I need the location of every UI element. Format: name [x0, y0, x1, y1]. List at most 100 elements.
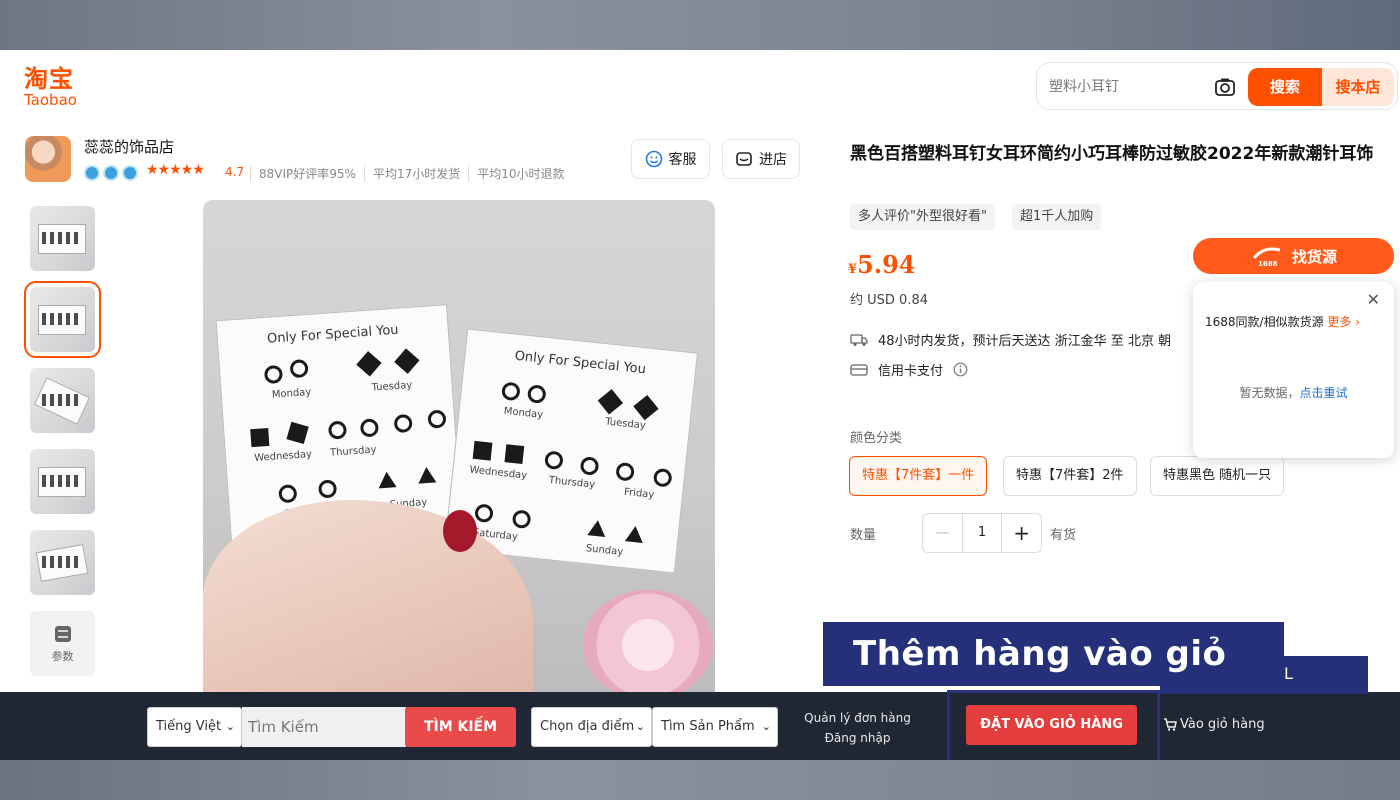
- nail-illustration: [443, 510, 477, 552]
- search-store-button[interactable]: 搜本店: [1322, 68, 1394, 106]
- store-name[interactable]: 蕊蕊的饰品店: [84, 136, 174, 157]
- enter-store-label: 进店: [759, 152, 787, 168]
- tutorial-banner: Thêm hàng vào giỏ: [823, 622, 1284, 686]
- day-label: Thursday: [329, 444, 377, 459]
- chevron-right-icon: ›: [1355, 315, 1361, 329]
- camera-icon[interactable]: [1213, 75, 1237, 99]
- product-select[interactable]: Tìm Sản Phẩm ⌄: [652, 707, 778, 747]
- banner-back-letter: L: [1284, 664, 1293, 683]
- search-bar: 搜索 搜本店: [1036, 62, 1398, 110]
- customer-service-button[interactable]: 客服: [631, 139, 710, 179]
- product-price: ¥5.94: [848, 250, 916, 279]
- chevron-down-icon: ⌄: [635, 720, 645, 733]
- credit-card-icon: [850, 363, 868, 376]
- chevron-down-icon: ⌄: [761, 720, 771, 733]
- account-links: Quản lý đơn hàng Đăng nhập: [800, 708, 915, 748]
- store-rating: 4.7: [225, 165, 245, 179]
- price-value: 5.94: [857, 250, 916, 279]
- language-value: Tiếng Việt: [156, 719, 222, 734]
- go-to-cart-link[interactable]: Vào giỏ hàng: [1163, 717, 1265, 732]
- option-7pc-one[interactable]: 特惠【7件套】一件: [849, 456, 988, 496]
- extension-search-input[interactable]: [242, 707, 406, 747]
- popup-line: 1688同款/相似款货源 更多 ›: [1205, 313, 1360, 330]
- shipping-info: 48小时内发货，预计后天送达 浙江金华 至 北京 朝: [850, 330, 1171, 349]
- retry-link[interactable]: 点击重试: [1300, 386, 1348, 400]
- taobao-logo[interactable]: 淘宝 Taobao: [24, 66, 77, 108]
- day-label: Thursday: [548, 474, 596, 491]
- params-label: 参数: [51, 649, 74, 663]
- location-select[interactable]: Chọn địa điểm ⌄: [531, 707, 652, 747]
- background-bottom-strip: [0, 760, 1400, 800]
- quantity-value[interactable]: 1: [961, 514, 1003, 552]
- cart-icon: [1164, 718, 1177, 731]
- stat-shipping: 平均17小时发货: [363, 165, 460, 182]
- rating-stars-icon: ★★★★★: [146, 162, 205, 178]
- order-management-link[interactable]: Quản lý đơn hàng: [800, 708, 915, 728]
- store-avatar[interactable]: [25, 136, 71, 182]
- product-select-value: Tìm Sản Phẩm: [661, 719, 755, 734]
- option-black-random[interactable]: 特惠黑色 随机一只: [1150, 456, 1285, 496]
- stock-status: 有货: [1050, 528, 1077, 543]
- product-title: 黑色百搭塑料耳钉女耳环简约小巧耳棒防过敏胶2022年新款潮针耳饰: [850, 144, 1374, 164]
- day-label: Sunday: [585, 543, 624, 558]
- flower-illustration: [583, 590, 713, 700]
- day-label: Monday: [503, 405, 544, 421]
- store-stats: 88VIP好评率95% 平均17小时发货 平均10小时退款: [250, 165, 565, 182]
- main-product-image[interactable]: Only For Special You Monday Tuesday Wedn…: [203, 200, 715, 700]
- enter-store-button[interactable]: 进店: [722, 139, 800, 179]
- search-input[interactable]: [1049, 76, 1209, 98]
- badge-icon: [84, 165, 100, 181]
- customer-service-label: 客服: [668, 152, 697, 168]
- color-label: 颜色分类: [850, 431, 903, 446]
- logo-chinese: 淘宝: [24, 65, 74, 93]
- card-title: Only For Special You: [513, 348, 647, 378]
- params-thumbnail[interactable]: 参数: [30, 611, 95, 676]
- currency-symbol: ¥: [848, 262, 858, 277]
- stat-vip: 88VIP好评率95%: [250, 165, 356, 182]
- background-top-strip: [0, 0, 1400, 50]
- more-link[interactable]: 更多 ›: [1327, 315, 1360, 329]
- close-icon[interactable]: ✕: [1367, 290, 1380, 309]
- minus-button[interactable]: —: [923, 514, 962, 552]
- search-button[interactable]: 搜索: [1248, 68, 1322, 106]
- 1688-logo-text: 1688: [1258, 260, 1278, 268]
- badge-icon: [103, 165, 119, 181]
- payment-text: 信用卡支付: [878, 364, 944, 379]
- extension-bar: Tiếng Việt ⌄ TÌM KIẾM Chọn địa điểm ⌄ Tì…: [0, 692, 1400, 760]
- cart-count-tag: 超1千人加购: [1012, 204, 1102, 230]
- truck-icon: [850, 333, 868, 346]
- extension-search-button[interactable]: TÌM KIẾM: [405, 707, 516, 747]
- chevron-down-icon: ⌄: [225, 720, 235, 733]
- store-icon: [736, 152, 752, 166]
- thumbnail-4[interactable]: [30, 449, 95, 514]
- go-to-cart-label: Vào giỏ hàng: [1180, 717, 1265, 732]
- day-label: Tuesday: [371, 379, 413, 394]
- no-data-text: 暂无数据，: [1239, 386, 1300, 400]
- params-icon: [54, 625, 71, 642]
- option-7pc-two[interactable]: 特惠【7件套】2件: [1003, 456, 1137, 496]
- location-value: Chọn địa điểm: [540, 719, 635, 734]
- login-link[interactable]: Đăng nhập: [800, 728, 915, 748]
- source-popup: ✕ 1688同款/相似款货源 更多 › 暂无数据，点击重试: [1193, 282, 1394, 458]
- card-title: Only For Special You: [266, 322, 400, 347]
- logo-english: Taobao: [24, 91, 77, 109]
- thumbnail-2[interactable]: [24, 281, 101, 358]
- stat-refund: 平均10小时退款: [468, 165, 565, 182]
- highlight-frame: [947, 690, 1160, 765]
- day-label: Friday: [623, 486, 655, 501]
- thumbnail-1[interactable]: [30, 206, 95, 271]
- usd-price: 约 USD 0.84: [850, 293, 928, 308]
- shipping-text: 48小时内发货，预计后天送达 浙江金华 至 北京 朝: [878, 334, 1172, 349]
- plus-button[interactable]: +: [1002, 514, 1041, 552]
- info-icon[interactable]: [953, 362, 968, 377]
- find-source-label: 找货源: [1291, 247, 1337, 266]
- thumbnail-3[interactable]: [30, 368, 95, 433]
- thumbnail-5[interactable]: [30, 530, 95, 595]
- language-select[interactable]: Tiếng Việt ⌄: [147, 707, 242, 747]
- quantity-label: 数量: [850, 528, 877, 543]
- quantity-stepper: — 1 +: [922, 513, 1042, 553]
- find-source-button[interactable]: 1688 找货源: [1193, 238, 1394, 274]
- day-label: Monday: [271, 386, 312, 401]
- day-label: Tuesday: [604, 416, 647, 432]
- popup-text: 1688同款/相似款货源: [1205, 315, 1324, 329]
